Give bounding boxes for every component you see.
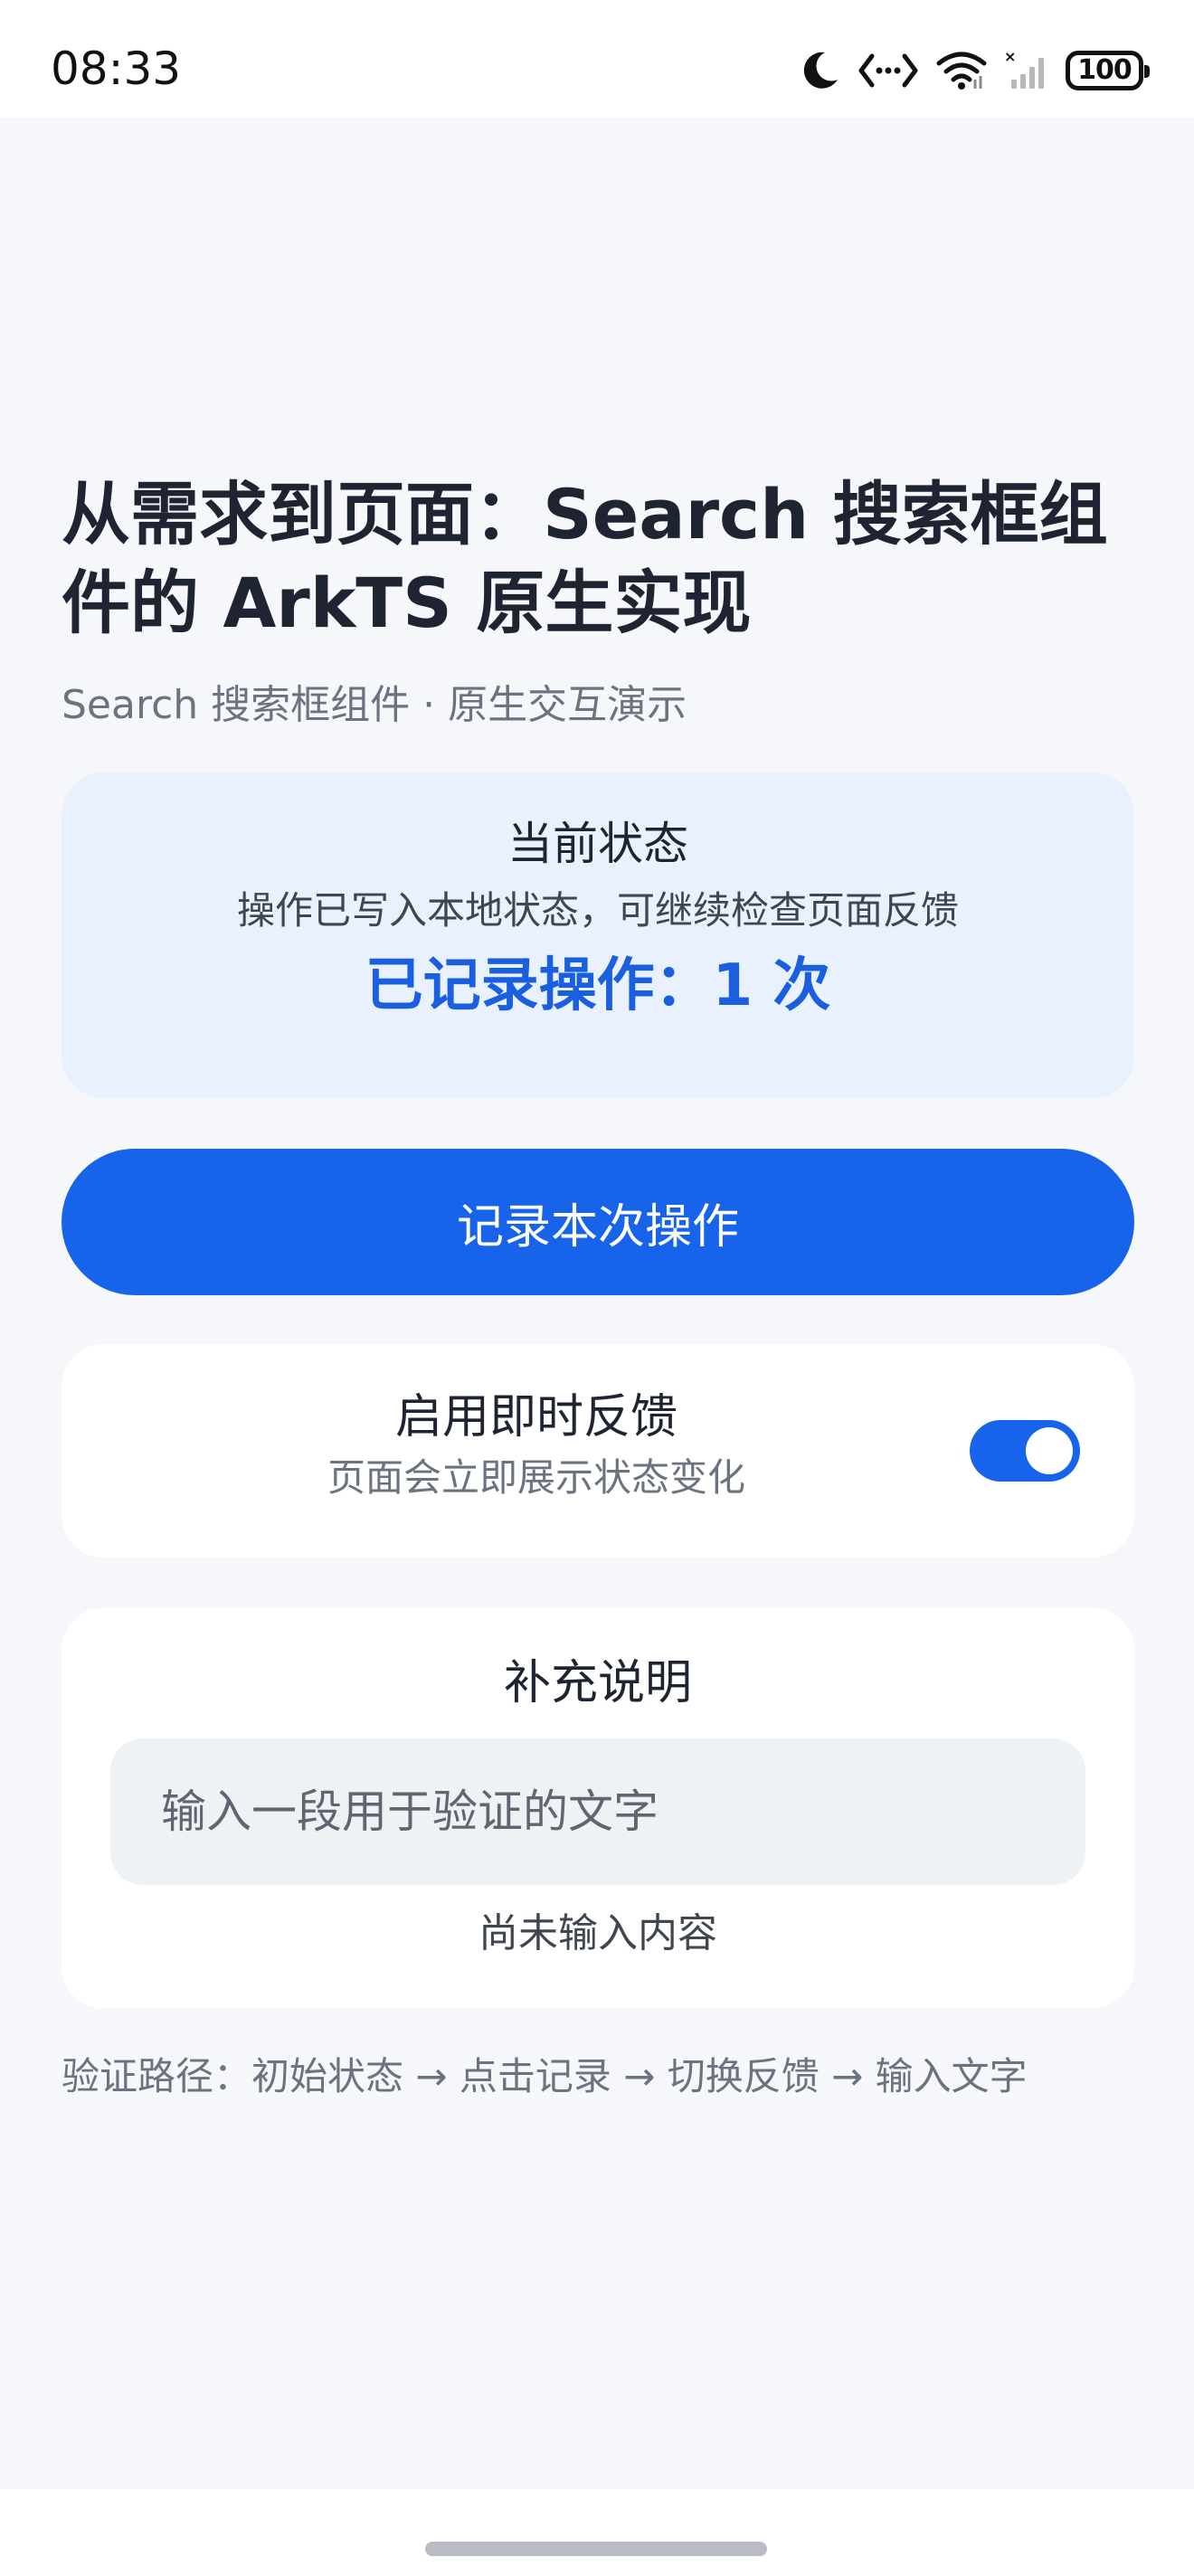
feedback-toggle-card: 启用即时反馈 页面会立即展示状态变化 [62, 1344, 1134, 1558]
page-subtitle: Search 搜索框组件 · 原生交互演示 [62, 682, 687, 728]
moon-icon [798, 49, 841, 92]
cellular-signal-icon: × [1004, 49, 1049, 92]
status-card: 当前状态 操作已写入本地状态，可继续检查页面反馈 已记录操作：1 次 [62, 772, 1134, 1098]
record-operation-button[interactable]: 记录本次操作 [62, 1149, 1134, 1295]
status-time: 08:33 [51, 43, 182, 95]
status-card-description: 操作已写入本地状态，可继续检查页面反馈 [236, 888, 959, 933]
toggle-knob [1026, 1427, 1073, 1474]
svg-text:×: × [1004, 49, 1016, 65]
bottom-navigation-area [0, 2489, 1194, 2576]
status-card-title: 当前状态 [507, 818, 688, 870]
main-content: 从需求到页面：Search 搜索框组件的 ArkTS 原生实现 Search 搜… [62, 470, 1134, 2104]
note-card: 补充说明 尚未输入内容 [62, 1608, 1134, 2008]
battery-icon: 100 [1066, 51, 1150, 90]
feedback-toggle-description: 页面会立即展示状态变化 [327, 1455, 745, 1500]
note-text-input[interactable] [110, 1738, 1085, 1885]
verify-path-text: 验证路径：初始状态 → 点击记录 → 切换反馈 → 输入文字 [62, 2054, 1028, 2098]
status-icons: × 100 [798, 43, 1150, 98]
code-arrows-icon [858, 51, 919, 90]
page-title: 从需求到页面：Search 搜索框组件的 ArkTS 原生实现 [62, 474, 1108, 643]
status-bar: 08:33 × 100 [0, 0, 1194, 118]
operation-count: 已记录操作：1 次 [365, 952, 831, 1019]
feedback-toggle-title: 启用即时反馈 [394, 1390, 678, 1444]
note-input-status: 尚未输入内容 [479, 1910, 717, 1956]
note-card-title: 补充说明 [503, 1656, 692, 1710]
wifi-icon [935, 51, 988, 90]
battery-level: 100 [1077, 54, 1132, 86]
feedback-toggle-text: 启用即时反馈 页面会立即展示状态变化 [62, 1386, 1011, 1503]
feedback-toggle-switch[interactable] [970, 1420, 1080, 1482]
home-indicator[interactable] [425, 2542, 767, 2556]
